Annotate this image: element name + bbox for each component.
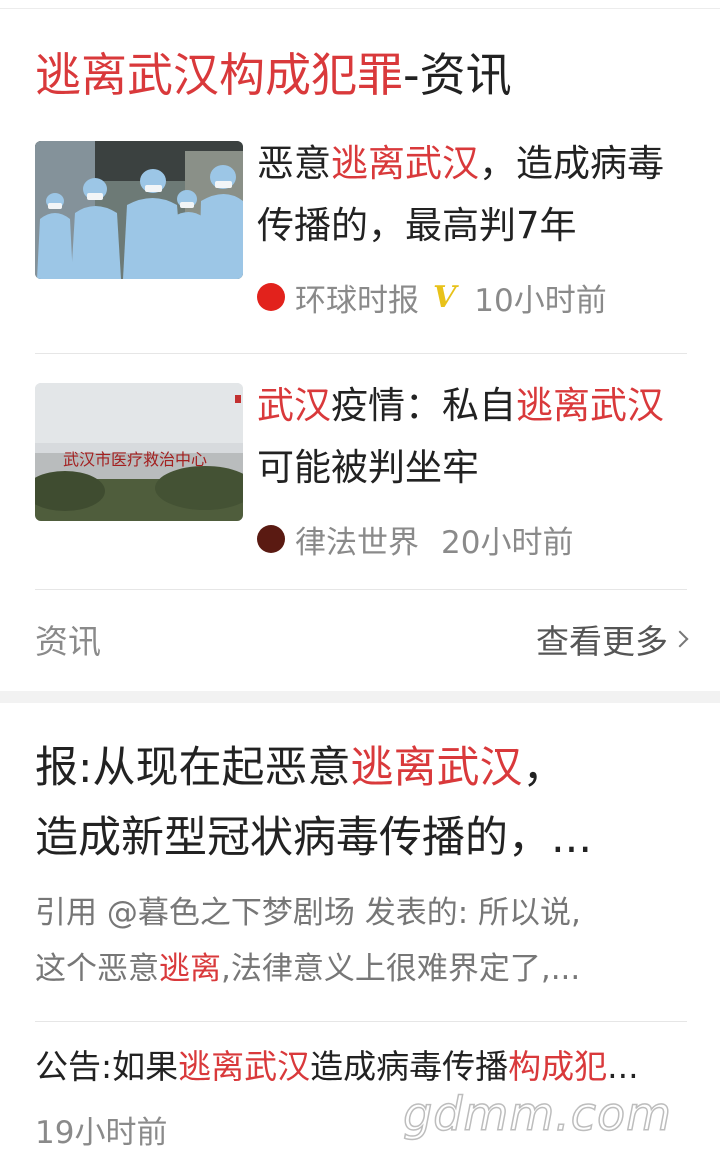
news-item-title[interactable]: 恶意逃离武汉，造成病毒传播的，最高判7年 <box>257 133 687 257</box>
news-source: 律法世界 20小时前 <box>257 519 574 561</box>
post-title[interactable]: 报:从现在起恶意逃离武汉， 造成新型冠状病毒传播的，... <box>35 733 685 873</box>
footer-divider <box>35 589 687 590</box>
forum-post-card[interactable]: 报:从现在起恶意逃离武汉， 造成新型冠状病毒传播的，... 引用 @暮色之下梦剧… <box>0 703 720 1173</box>
category-label: 资讯 <box>35 622 101 661</box>
watermark: gdmm.com <box>402 1086 672 1142</box>
chevron-right-icon <box>671 630 689 648</box>
notice-time: 19小时前 <box>35 1115 168 1151</box>
news-thumbnail: 武汉市医疗救治中心 <box>35 383 243 521</box>
source-name: 环球时报 <box>295 282 419 319</box>
source-logo-icon <box>257 525 285 553</box>
thumbnail-sign-text: 武汉市医疗救治中心 <box>63 450 207 469</box>
news-source: 环球时报 V 10小时前 <box>257 277 607 319</box>
related-notice-link[interactable]: 公告:如果逃离武汉造成病毒传播构成犯... <box>35 1043 685 1091</box>
view-more-button[interactable]: 查看更多 <box>536 615 689 663</box>
post-excerpt: 引用 @暮色之下梦剧场 发表的: 所以说, 这个恶意逃离,法律意义上很难界定了,… <box>35 895 581 987</box>
section-gap <box>0 691 720 703</box>
news-item-title[interactable]: 武汉疫情：私自逃离武汉可能被判坐牢 <box>257 375 687 499</box>
news-result-card: 逃离武汉构成犯罪-资讯 恶意逃离武汉，造成病毒传播的，最高判7年 环球时报 V … <box>0 9 720 691</box>
post-divider <box>35 1021 687 1022</box>
item-divider <box>35 353 687 354</box>
news-item[interactable]: 武汉市医疗救治中心 武汉疫情：私自逃离武汉可能被判坐牢 律法世界 20小时前 <box>35 371 687 597</box>
source-logo-icon <box>257 283 285 311</box>
verified-badge-icon: V <box>433 279 457 315</box>
publish-time: 10小时前 <box>474 282 607 319</box>
card-title[interactable]: 逃离武汉构成犯罪-资讯 <box>35 47 512 103</box>
publish-time: 20小时前 <box>441 524 574 561</box>
news-item[interactable]: 恶意逃离武汉，造成病毒传播的，最高判7年 环球时报 V 10小时前 <box>35 129 687 353</box>
source-name: 律法世界 <box>295 524 419 561</box>
news-thumbnail <box>35 141 243 279</box>
